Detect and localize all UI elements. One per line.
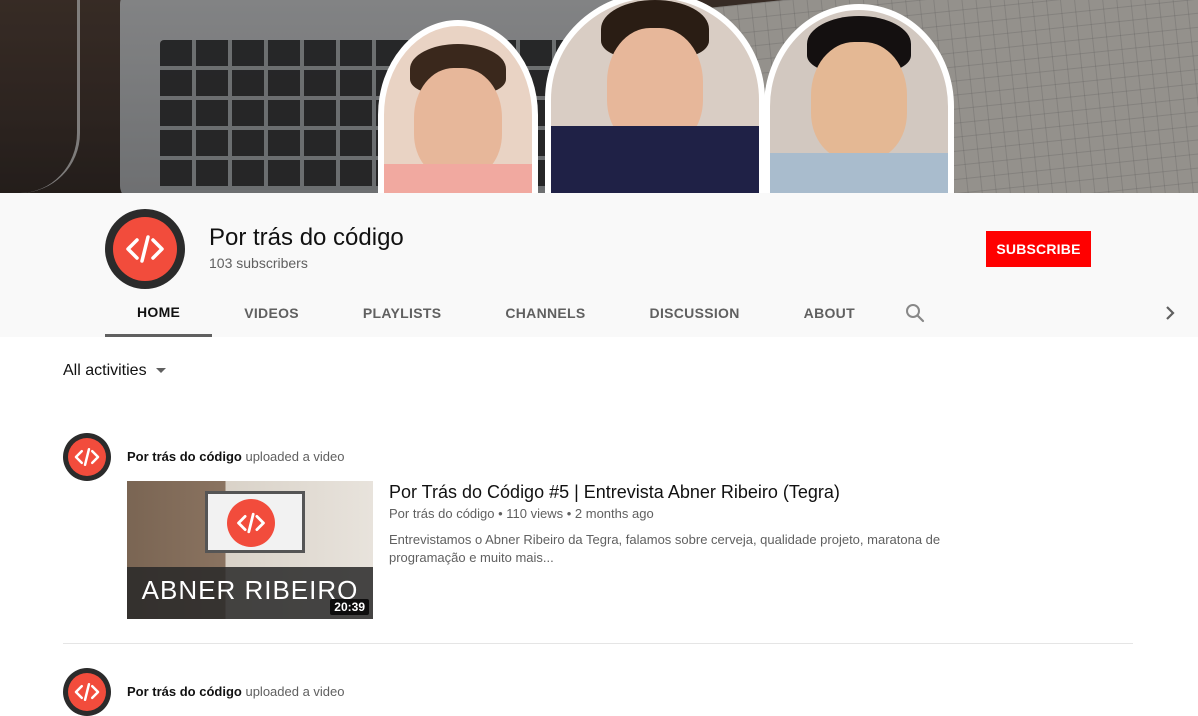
activity-filter-dropdown[interactable]: All activities (63, 362, 167, 380)
activity-description: Por trás do código uploaded a video (127, 449, 345, 464)
tab-discussion[interactable]: DISCUSSION (618, 289, 772, 337)
activity-action: uploaded a video (245, 684, 345, 699)
channel-tabs: HOME VIDEOS PLAYLISTS CHANNELS DISCUSSIO… (105, 289, 943, 337)
search-icon (905, 304, 925, 323)
video-meta: Por trás do código • 110 views • 2 month… (389, 506, 654, 521)
tabs-next-button[interactable] (1160, 301, 1180, 325)
banner-person-right (764, 4, 954, 193)
code-brackets-icon (74, 682, 100, 702)
activity-author[interactable]: Por trás do código (127, 684, 242, 699)
chevron-right-icon (1166, 306, 1175, 320)
thumbnail-logo (227, 499, 275, 547)
tab-videos[interactable]: VIDEOS (212, 289, 331, 337)
banner-person-center (545, 0, 765, 193)
channel-banner (0, 0, 1198, 193)
video-thumbnail[interactable]: ABNER RIBEIRO 20:39 (127, 481, 373, 619)
video-duration: 20:39 (330, 599, 369, 615)
feed-divider (63, 643, 1133, 644)
subscriber-count: 103 subscribers (209, 255, 308, 271)
channel-title: Por trás do código (209, 224, 404, 251)
code-brackets-icon (237, 512, 265, 534)
activity-action: uploaded a video (245, 449, 345, 464)
subscribe-button[interactable]: SUBSCRIBE (986, 231, 1091, 267)
feed-item: Por trás do código uploaded a video (63, 668, 1133, 716)
activity-author[interactable]: Por trás do código (127, 449, 242, 464)
tab-home[interactable]: HOME (105, 289, 213, 337)
tab-channels[interactable]: CHANNELS (473, 289, 617, 337)
caret-down-icon (155, 368, 166, 373)
code-brackets-icon (74, 447, 100, 467)
channel-search-button[interactable] (887, 289, 943, 337)
activity-filter-label: All activities (63, 362, 147, 379)
activity-description: Por trás do código uploaded a video (127, 684, 345, 699)
video-description: Entrevistamos o Abner Ribeiro da Tegra, … (389, 532, 941, 565)
code-brackets-icon (126, 235, 164, 263)
feed-item: Por trás do código uploaded a video ABNE… (63, 433, 1133, 623)
video-title-link[interactable]: Por Trás do Código #5 | Entrevista Abner… (389, 482, 840, 503)
tab-about[interactable]: ABOUT (772, 289, 887, 337)
feed-avatar[interactable] (63, 668, 111, 716)
feed-avatar[interactable] (63, 433, 111, 481)
channel-avatar[interactable] (105, 209, 185, 289)
channel-header: Por trás do código 103 subscribers SUBSC… (0, 193, 1198, 337)
tab-playlists[interactable]: PLAYLISTS (331, 289, 473, 337)
